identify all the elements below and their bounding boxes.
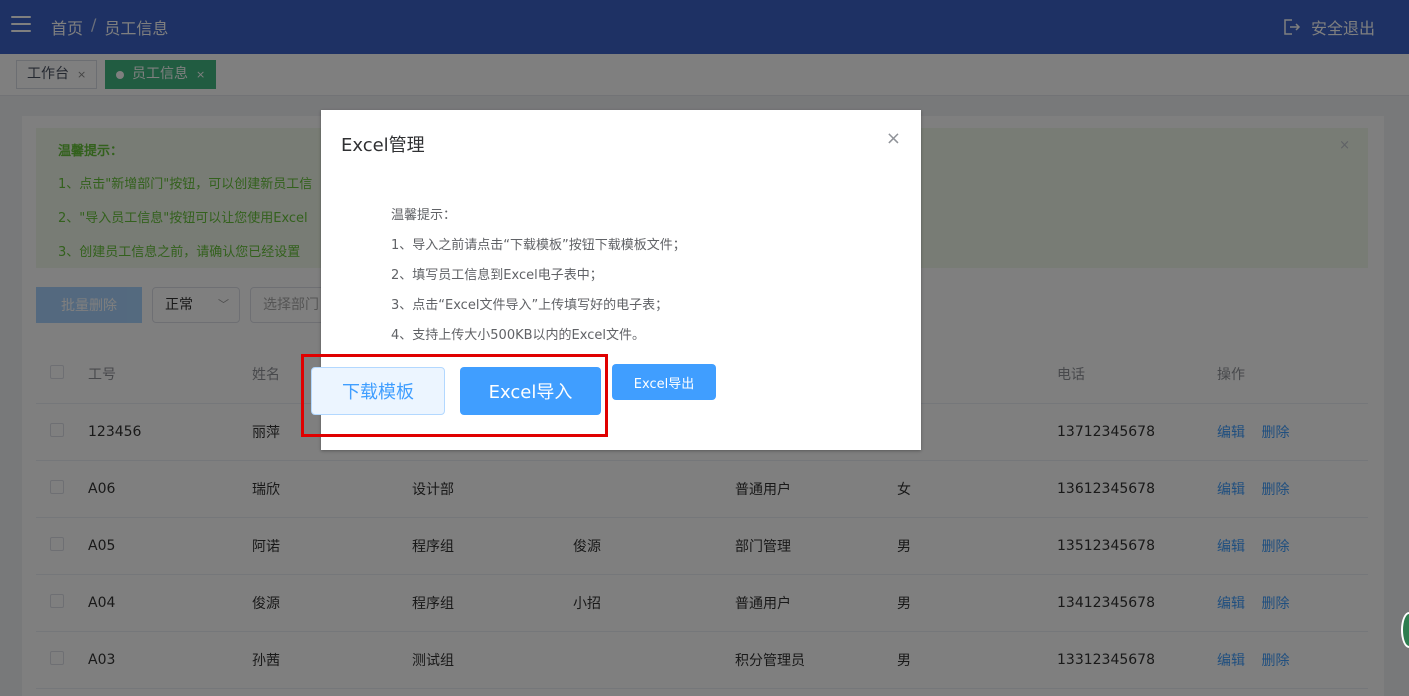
dialog-tip: 温馨提示：: [391, 208, 457, 223]
dialog-tip: 1、导入之前请点击“下载模板”按钮下载模板文件；: [391, 238, 686, 253]
dialog-tip: 4、支持上传大小500KB以内的Excel文件。: [391, 328, 645, 343]
excel-export-button[interactable]: Excel导出: [612, 364, 716, 400]
dialog-title: Excel管理: [341, 135, 425, 156]
highlight-box: [301, 354, 608, 437]
dialog-tip: 2、填写员工信息到Excel电子表中；: [391, 268, 603, 283]
dialog-close-icon[interactable]: ×: [886, 128, 901, 149]
dialog-tip: 3、点击“Excel文件导入”上传填写好的电子表；: [391, 298, 669, 313]
dialog-tips: 温馨提示： 1、导入之前请点击“下载模板”按钮下载模板文件； 2、填写员工信息到…: [391, 206, 686, 356]
